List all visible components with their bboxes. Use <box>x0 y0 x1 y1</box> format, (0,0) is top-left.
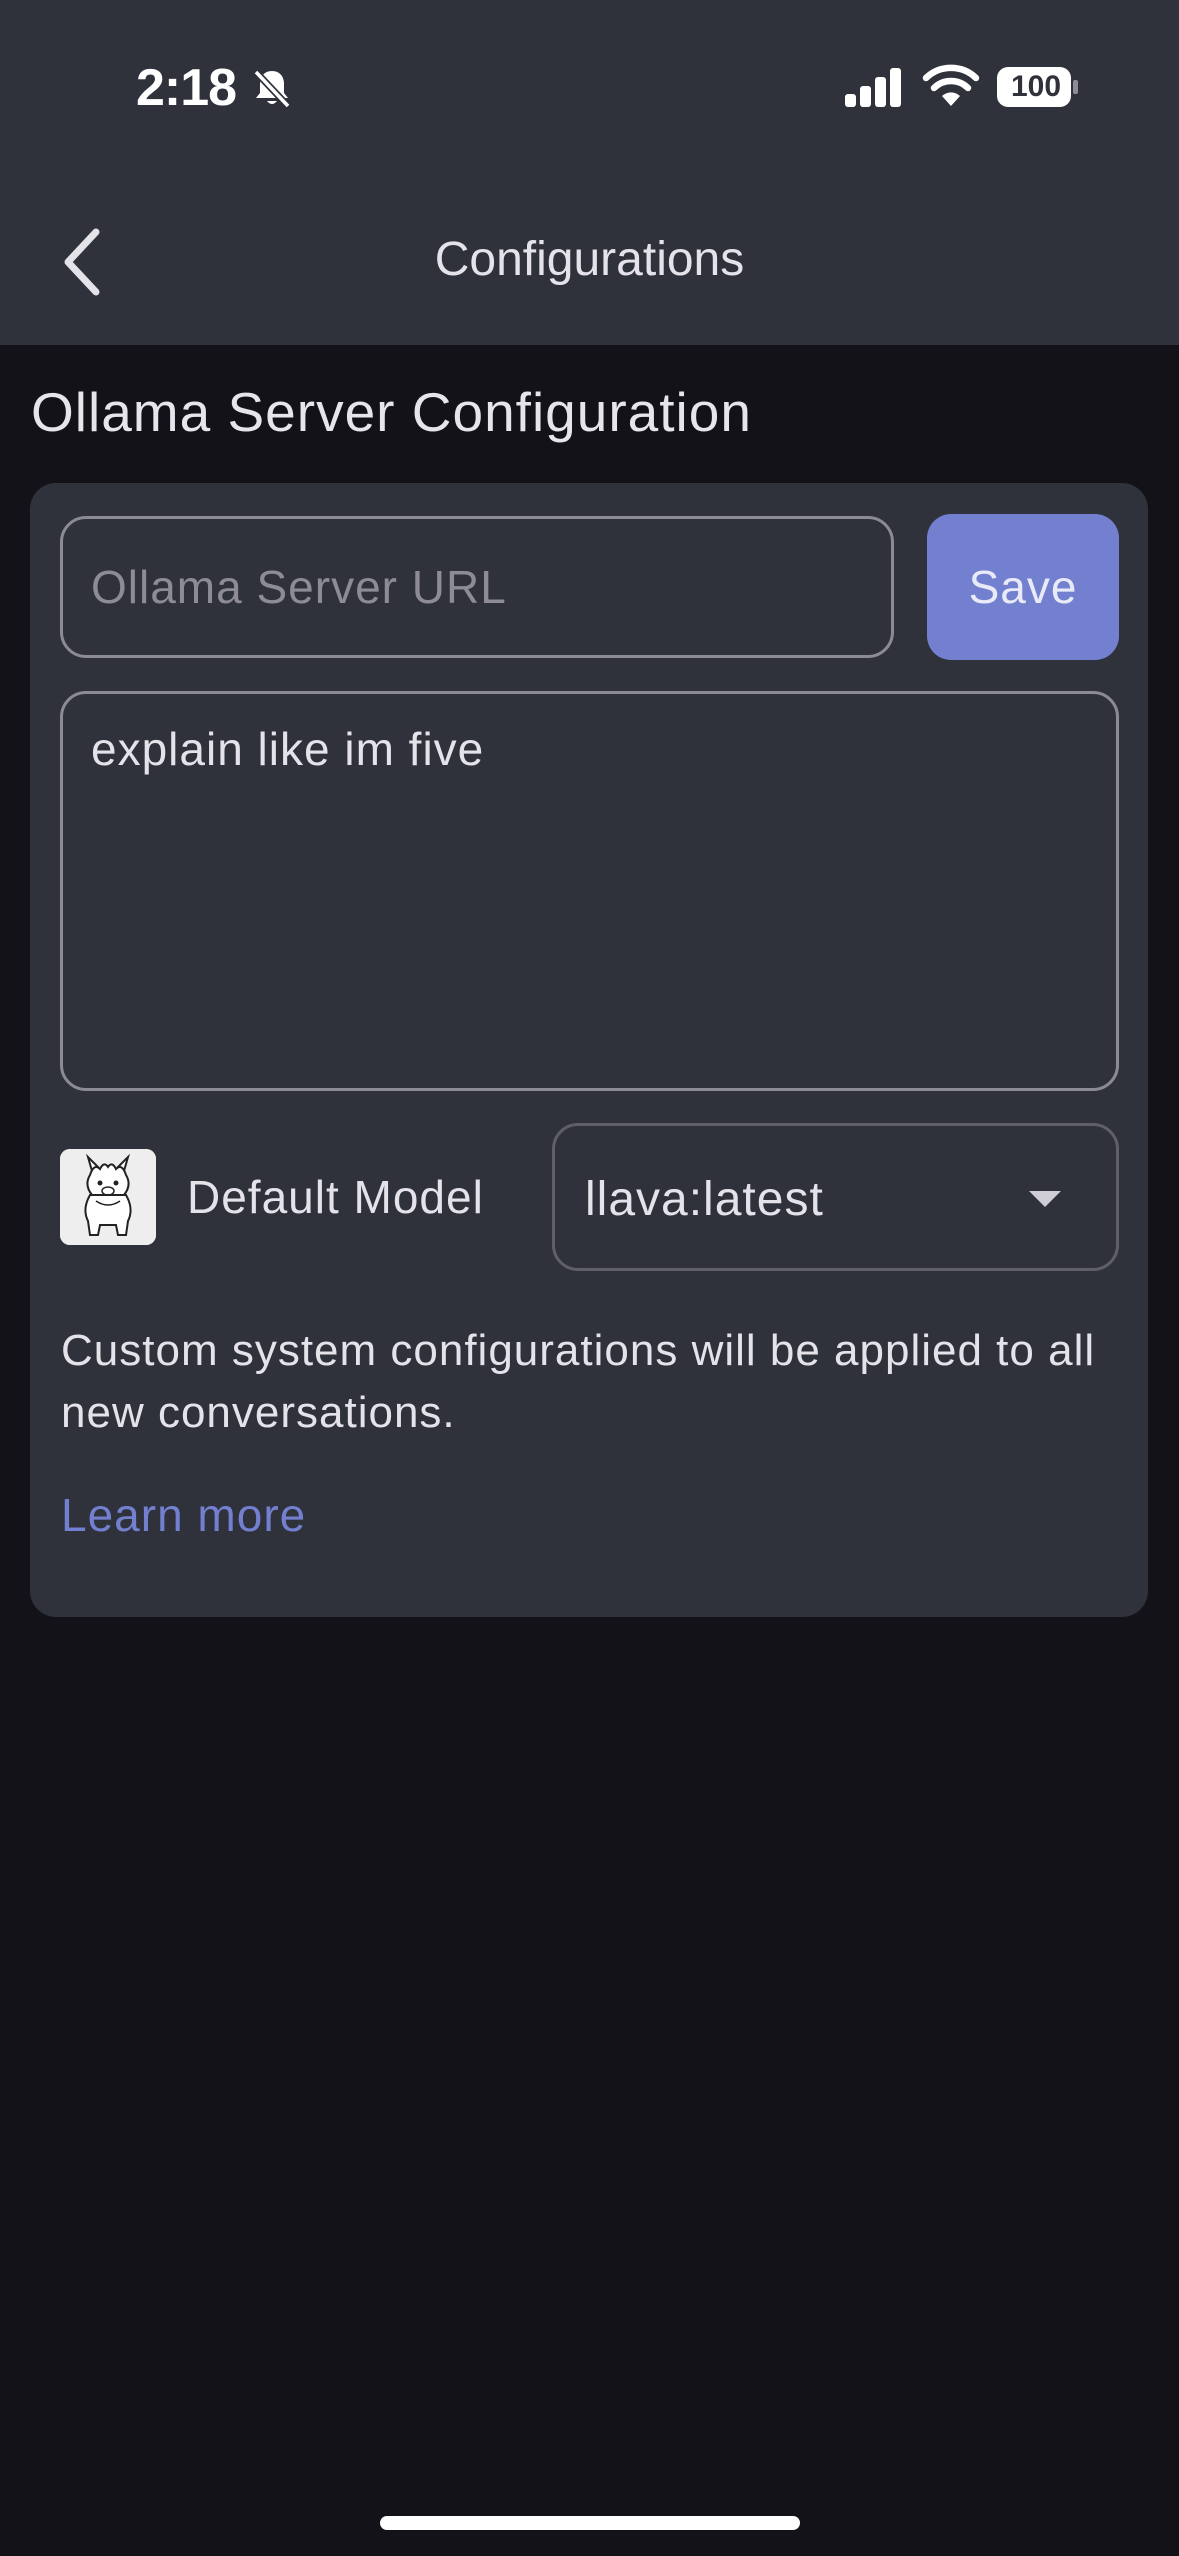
section-title: Ollama Server Configuration <box>31 381 752 443</box>
llama-avatar-icon <box>60 1149 156 1245</box>
status-time: 2:18 <box>136 59 237 117</box>
info-text: Custom system configurations will be app… <box>61 1326 1096 1437</box>
battery-level: 100 <box>1010 70 1062 103</box>
home-indicator[interactable] <box>380 2516 800 2530</box>
top-bar <box>0 0 1179 345</box>
chevron-down-icon <box>1029 1191 1061 1207</box>
wifi-icon <box>922 64 980 106</box>
server-url-input[interactable] <box>60 516 894 658</box>
cellular-signal-icon <box>845 68 901 107</box>
save-button[interactable]: Save <box>927 514 1119 660</box>
system-prompt-textarea[interactable] <box>60 691 1119 1091</box>
default-model-label: Default Model <box>187 1171 484 1223</box>
model-dropdown[interactable]: llava:latest <box>552 1123 1119 1271</box>
learn-more-link[interactable]: Learn more <box>61 1488 306 1542</box>
page-title: Configurations <box>434 233 745 286</box>
bell-slash-icon <box>253 69 291 109</box>
model-dropdown-value: llava:latest <box>585 1173 824 1226</box>
